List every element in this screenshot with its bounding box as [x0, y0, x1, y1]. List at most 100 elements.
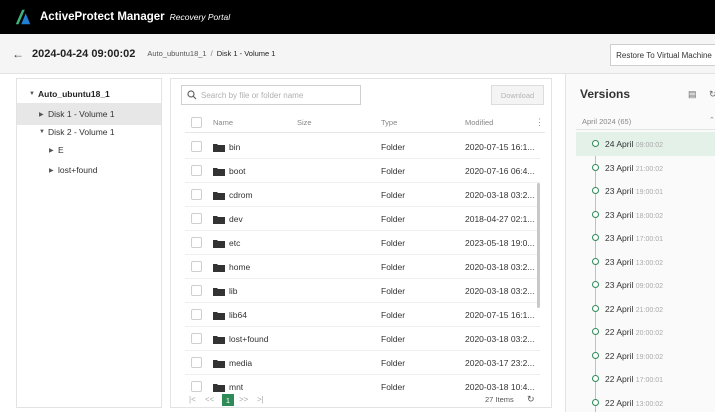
file-name[interactable]: etc — [229, 238, 299, 248]
row-checkbox[interactable] — [191, 141, 202, 152]
table-row[interactable]: lost+found Folder 2020-03-18 03:2... — [185, 327, 540, 351]
month-group-header[interactable]: April 2024 (65) ⌃ — [576, 114, 715, 130]
row-checkbox[interactable] — [191, 285, 202, 296]
table-row[interactable]: dev Folder 2018-04-27 02:1... — [185, 207, 540, 231]
tree-item-vm[interactable]: ▼ Auto_ubuntu18_1 — [17, 83, 161, 105]
last-page-button[interactable]: >| — [257, 395, 264, 404]
file-type: Folder — [381, 310, 406, 320]
version-item[interactable]: 22 April 17:00:01 — [576, 367, 715, 391]
row-checkbox[interactable] — [191, 213, 202, 224]
row-checkbox[interactable] — [191, 189, 202, 200]
version-item[interactable]: 22 April 20:00:02 — [576, 320, 715, 344]
table-header: Name Size Type Modified ⋮ — [185, 113, 545, 133]
table-row[interactable]: boot Folder 2020-07-16 06:4... — [185, 159, 540, 183]
row-checkbox[interactable] — [191, 237, 202, 248]
file-name[interactable]: dev — [229, 214, 299, 224]
versions-toolbar: ▤ ↻ — [688, 89, 715, 100]
file-name[interactable]: lib — [229, 286, 299, 296]
version-item[interactable]: 23 April 17:00:01 — [576, 226, 715, 250]
prev-page-button[interactable]: << — [205, 395, 214, 404]
caret-right-icon[interactable]: ▶ — [49, 167, 58, 174]
tree-item-label: Disk 1 - Volume 1 — [48, 109, 115, 119]
version-item[interactable]: 23 April 19:00:01 — [576, 179, 715, 203]
row-checkbox[interactable] — [191, 381, 202, 392]
file-name[interactable]: lost+found — [229, 334, 299, 344]
table-row[interactable]: lib64 Folder 2020-07-15 16:1... — [185, 303, 540, 327]
version-label: 23 April 18:00:02 — [605, 210, 663, 220]
column-menu-icon[interactable]: ⋮ — [535, 117, 544, 128]
caret-down-icon[interactable]: ▼ — [39, 129, 48, 135]
back-arrow-icon[interactable]: ← — [12, 47, 24, 61]
version-time: 17:00:01 — [635, 377, 663, 384]
table-row[interactable]: bin Folder 2020-07-15 16:1... — [185, 135, 540, 159]
file-name[interactable]: cdrom — [229, 190, 299, 200]
version-item[interactable]: 23 April 13:00:02 — [576, 250, 715, 274]
breadcrumb-item-volume: Disk 1 - Volume 1 — [216, 49, 276, 58]
version-time: 13:00:02 — [635, 259, 663, 267]
file-name[interactable]: boot — [229, 166, 299, 176]
version-item[interactable]: 23 April 18:00:02 — [576, 203, 715, 227]
version-time: 17:00:01 — [635, 236, 663, 243]
next-page-button[interactable]: >> — [239, 395, 248, 404]
items-count: 27 Items — [485, 395, 514, 404]
file-name[interactable]: bin — [229, 142, 299, 152]
chevron-up-icon[interactable]: ⌃ — [709, 116, 715, 124]
refresh-icon[interactable]: ↻ — [527, 394, 535, 405]
version-time: 19:00:02 — [635, 353, 663, 361]
caret-right-icon[interactable]: ▶ — [39, 111, 48, 118]
table-row[interactable]: lib Folder 2020-03-18 03:2... — [185, 279, 540, 303]
file-name[interactable]: mnt — [229, 382, 299, 392]
first-page-button[interactable]: |< — [189, 395, 196, 404]
folder-icon — [213, 144, 225, 152]
column-header-type[interactable]: Type — [381, 118, 397, 127]
table-row[interactable]: home Folder 2020-03-18 03:2... — [185, 255, 540, 279]
version-date: 23 April — [605, 256, 634, 267]
table-row[interactable]: media Folder 2020-03-17 23:2... — [185, 351, 540, 375]
select-all-checkbox[interactable] — [191, 117, 202, 128]
tree-item-lost-found[interactable]: ▶ lost+found — [17, 159, 161, 181]
file-type: Folder — [381, 286, 406, 296]
row-checkbox[interactable] — [191, 333, 202, 344]
column-header-size[interactable]: Size — [297, 118, 312, 127]
refresh-icon[interactable]: ↻ — [709, 89, 715, 99]
version-date: 22 April — [605, 327, 634, 337]
page-number-current[interactable]: 1 — [222, 394, 234, 406]
versions-title: Versions — [580, 87, 631, 101]
table-row[interactable]: etc Folder 2023-05-18 19:0... — [185, 231, 540, 255]
scrollbar[interactable] — [537, 183, 540, 308]
file-modified: 2020-03-18 03:2... — [465, 190, 535, 200]
calendar-icon[interactable]: ▤ — [688, 89, 697, 99]
app-logo-icon — [15, 9, 31, 25]
caret-right-icon[interactable]: ▶ — [49, 147, 58, 154]
table-row[interactable]: cdrom Folder 2020-03-18 03:2... — [185, 183, 540, 207]
download-button[interactable]: Download — [491, 85, 544, 105]
version-item[interactable]: 23 April 21:00:02 — [576, 156, 715, 180]
row-checkbox[interactable] — [191, 261, 202, 272]
tree-item-e[interactable]: ▶ E — [17, 139, 161, 161]
file-modified: 2020-07-15 16:1... — [465, 310, 535, 320]
search-box[interactable] — [181, 85, 361, 105]
breadcrumb-item-vm[interactable]: Auto_ubuntu18_1 — [147, 49, 206, 58]
row-checkbox[interactable] — [191, 309, 202, 320]
column-header-modified[interactable]: Modified — [465, 118, 493, 127]
version-item[interactable]: 23 April 09:00:02 — [576, 273, 715, 297]
restore-to-vm-button[interactable]: Restore To Virtual Machine — [610, 44, 715, 66]
file-name[interactable]: media — [229, 358, 299, 368]
version-time: 20:00:02 — [635, 330, 663, 337]
version-item[interactable]: 24 April 09:00:02 — [576, 132, 715, 156]
file-type: Folder — [381, 166, 406, 176]
row-checkbox[interactable] — [191, 165, 202, 176]
version-label: 23 April 13:00:02 — [605, 257, 663, 267]
table-row[interactable]: mnt Folder 2020-03-18 10:4... — [185, 375, 540, 393]
version-item[interactable]: 22 April 19:00:02 — [576, 344, 715, 368]
file-name[interactable]: home — [229, 262, 299, 272]
folder-icon — [213, 264, 225, 272]
search-input[interactable] — [201, 90, 351, 100]
caret-down-icon[interactable]: ▼ — [29, 91, 38, 97]
version-item[interactable]: 22 April 21:00:02 — [576, 297, 715, 321]
version-label: 23 April 21:00:02 — [605, 163, 663, 173]
row-checkbox[interactable] — [191, 357, 202, 368]
column-header-name[interactable]: Name — [213, 118, 233, 127]
file-name[interactable]: lib64 — [229, 310, 299, 320]
version-item[interactable]: 22 April 13:00:02 — [576, 391, 715, 412]
